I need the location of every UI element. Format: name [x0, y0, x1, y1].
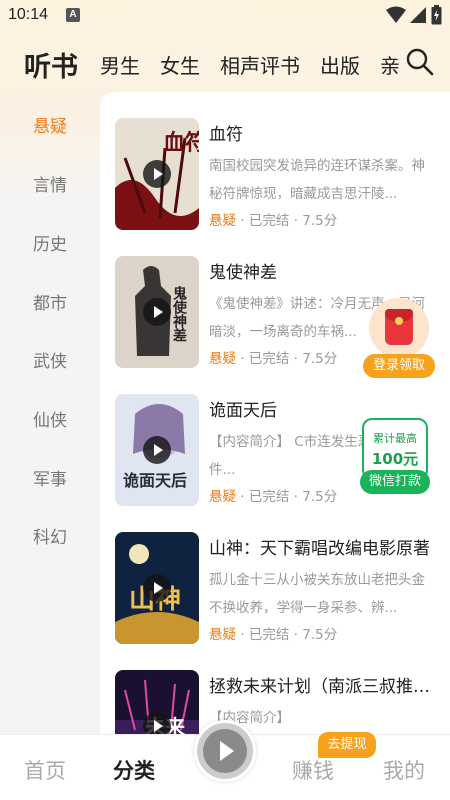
red-envelope-icon: [385, 309, 413, 345]
tab-female[interactable]: 女生: [160, 50, 200, 79]
category-item-xianxia[interactable]: 仙侠: [0, 406, 100, 431]
reward-label: 微信打款: [360, 470, 430, 494]
book-cover[interactable]: 鬼使神差: [115, 256, 199, 368]
category-item-military[interactable]: 军事: [0, 465, 100, 490]
book-title: 鬼使神差: [209, 263, 277, 283]
book-title: 山神：天下霸唱改编电影原著: [209, 539, 430, 559]
book-title: 血符: [209, 125, 243, 145]
tab-published[interactable]: 出版: [320, 50, 360, 79]
notification-icon: A: [66, 8, 80, 22]
book-item[interactable]: 未来 拯救未来计划（南派三叔推荐） 【内容简介】: [100, 670, 450, 740]
cover-title: 诡面天后: [123, 471, 187, 490]
wifi-icon: [386, 6, 406, 23]
book-score: 7.5分: [302, 489, 338, 505]
signal-icon: [410, 7, 426, 23]
search-icon[interactable]: [404, 46, 436, 78]
withdraw-badge[interactable]: 去提现: [318, 732, 376, 758]
tab-audiobook[interactable]: 听书: [24, 45, 78, 84]
play-icon[interactable]: [143, 298, 171, 326]
login-reward-float[interactable]: 登录领取: [363, 298, 435, 380]
book-cover[interactable]: 未来: [115, 670, 199, 740]
nav-category[interactable]: 分类: [113, 755, 155, 785]
tab-male[interactable]: 男生: [100, 50, 140, 79]
nav-home[interactable]: 首页: [24, 755, 66, 785]
book-description: 南国校园突发诡异的连环谋杀案。神秘符牌惊现，暗藏成吉思汗陵...: [209, 158, 425, 202]
book-cover[interactable]: 血符: [115, 118, 199, 230]
category-item-wuxia[interactable]: 武侠: [0, 347, 100, 372]
book-cover[interactable]: 山神: [115, 532, 199, 644]
book-item[interactable]: 山神 山神：天下霸唱改编电影原著 孤儿金十三从小被关东放山老把头金不换收养，学得…: [100, 532, 450, 662]
book-genre: 悬疑: [209, 489, 236, 505]
wechat-reward-float[interactable]: 累计最高 100元 微信打款: [360, 418, 430, 494]
book-score: 7.5分: [302, 351, 338, 367]
book-status: 已完结: [248, 213, 290, 229]
play-icon[interactable]: [143, 160, 171, 188]
tab-family[interactable]: 亲: [380, 50, 400, 79]
book-meta: 悬疑 · 已完结 · 7.5分: [209, 627, 338, 643]
book-list: 血符 血符 南国校园突发诡异的连环谋杀案。神秘符牌惊现，暗藏成吉思汗陵... 悬…: [100, 92, 450, 740]
status-time: 10:14: [8, 6, 49, 23]
category-sidebar: 悬疑 言情 历史 都市 武侠 仙侠 军事 科幻: [0, 92, 100, 732]
status-bar: 10:14 A: [0, 0, 450, 32]
book-title: 拯救未来计划（南派三叔推荐）: [209, 677, 437, 697]
login-claim-label: 登录领取: [363, 354, 435, 378]
book-score: 7.5分: [302, 627, 338, 643]
reward-amount: 100元: [371, 450, 419, 468]
category-item-romance[interactable]: 言情: [0, 171, 100, 196]
category-item-scifi[interactable]: 科幻: [0, 523, 100, 548]
battery-icon: [431, 5, 442, 25]
top-tabs: 听书 男生 女生 相声评书 出版 亲: [0, 40, 400, 90]
book-description: 孤儿金十三从小被关东放山老把头金不换收养，学得一身采参、辨...: [209, 572, 425, 616]
category-item-suspense[interactable]: 悬疑: [0, 112, 100, 137]
book-status: 已完结: [248, 489, 290, 505]
book-status: 已完结: [248, 351, 290, 367]
audio-player-button[interactable]: [194, 720, 256, 782]
book-genre: 悬疑: [209, 627, 236, 643]
book-score: 7.5分: [302, 213, 338, 229]
book-meta: 悬疑 · 已完结 · 7.5分: [209, 213, 338, 229]
cover-title: 鬼使神差: [171, 285, 188, 342]
reward-top-text: 累计最高: [373, 432, 417, 445]
nav-mine[interactable]: 我的: [383, 755, 425, 785]
book-cover[interactable]: 诡面天后: [115, 394, 199, 506]
book-item[interactable]: 血符 血符 南国校园突发诡异的连环谋杀案。神秘符牌惊现，暗藏成吉思汗陵... 悬…: [100, 118, 450, 248]
category-item-urban[interactable]: 都市: [0, 289, 100, 314]
book-genre: 悬疑: [209, 351, 236, 367]
book-genre: 悬疑: [209, 213, 236, 229]
category-item-history[interactable]: 历史: [0, 230, 100, 255]
book-meta: 悬疑 · 已完结 · 7.5分: [209, 489, 338, 505]
play-icon[interactable]: [143, 574, 171, 602]
tab-crosstalk[interactable]: 相声评书: [220, 50, 300, 79]
nav-earn[interactable]: 赚钱: [292, 755, 334, 785]
cover-title: 血符: [163, 130, 199, 156]
book-meta: 悬疑 · 已完结 · 7.5分: [209, 351, 338, 367]
play-icon: [203, 729, 247, 773]
book-status: 已完结: [248, 627, 290, 643]
play-icon[interactable]: [143, 436, 171, 464]
